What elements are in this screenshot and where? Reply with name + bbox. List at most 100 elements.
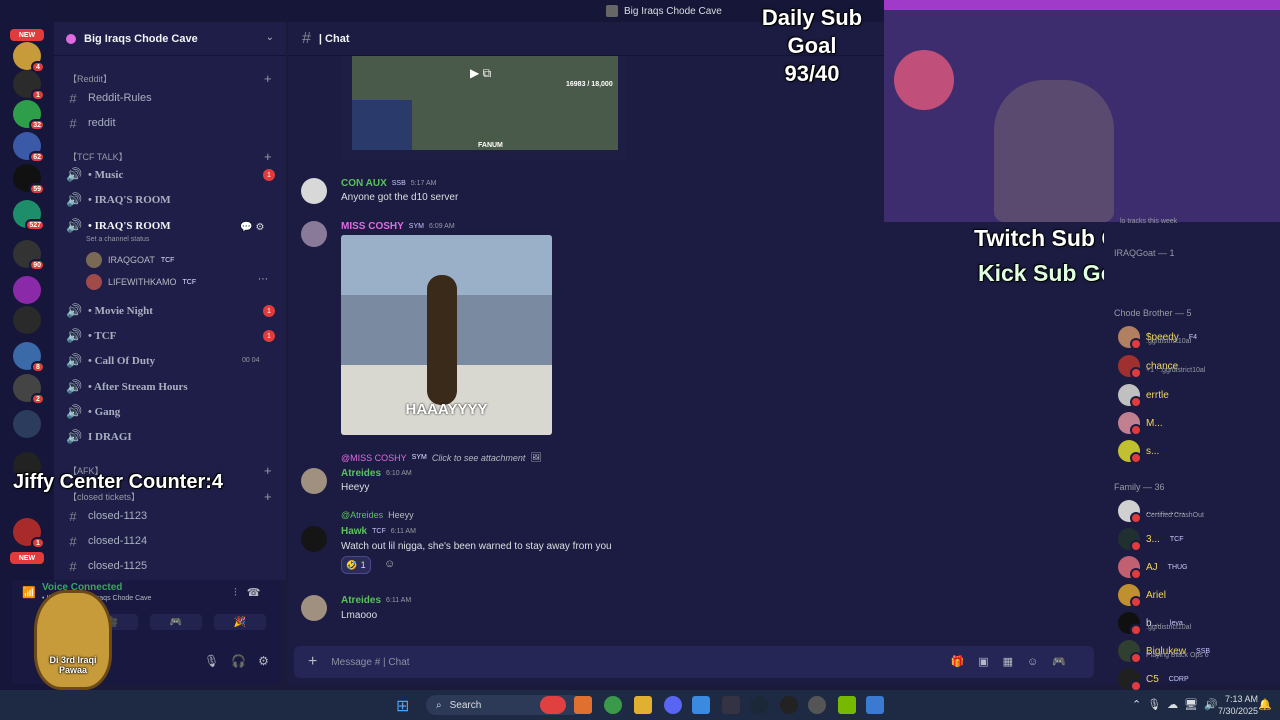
server-icon[interactable]: 527	[13, 200, 45, 231]
member-item[interactable]: Biglukew SSB Playing Black Ops 6	[1118, 640, 1210, 664]
video-embed[interactable]: ▶ ⧉ 16983 / 18,000 FANUM	[352, 56, 618, 150]
server-icon[interactable]	[13, 276, 41, 304]
member-item[interactable]: M...	[1118, 412, 1163, 436]
g-hub-icon[interactable]	[780, 696, 798, 714]
message-input[interactable]: Message # | Chat	[331, 657, 409, 668]
set-channel-status[interactable]: Set a channel status	[86, 236, 149, 243]
composer-tools[interactable]: 🎁▣▦☺🎮	[951, 655, 1080, 668]
channel-iraqs-room[interactable]: 🔊 • IRAQ'S ROOM	[66, 190, 280, 210]
server-icon[interactable]: 59	[13, 164, 45, 195]
avatar	[1118, 440, 1142, 464]
channel-movie-night[interactable]: 🔊 • Movie Night 1	[66, 301, 280, 321]
channel-reddit[interactable]: # reddit	[66, 113, 280, 133]
reaction-chip[interactable]: 🤣 1	[341, 556, 371, 574]
channel-idragi[interactable]: 🔊 I DRAGI	[66, 427, 280, 447]
add-channel-icon[interactable]: +	[264, 149, 272, 164]
voice-user[interactable]: IRAQGOAT TCF	[86, 252, 174, 268]
author-name[interactable]: CON AUX	[341, 178, 387, 189]
reply-author: @MISS COSHY	[341, 452, 407, 463]
member-item[interactable]: b... leva .gg/district10al	[1118, 612, 1191, 636]
chevron-down-icon[interactable]: ⌄	[266, 32, 274, 43]
channel-closed-1124[interactable]: # closed-1124	[66, 531, 280, 551]
server-icon[interactable]: 1	[13, 518, 45, 549]
activity-button[interactable]: 🎮	[150, 614, 202, 630]
channel-tools[interactable]: 💬⚙	[240, 222, 267, 233]
nvidia-icon[interactable]	[838, 696, 856, 714]
channel-gang[interactable]: 🔊 • Gang	[66, 402, 280, 422]
voice-controls[interactable]: ⫶☎	[234, 586, 270, 600]
channel-after-stream-hours[interactable]: 🔊 • After Stream Hours	[66, 377, 280, 397]
channel-closed-1125[interactable]: # closed-1125	[66, 556, 280, 576]
author-name[interactable]: Hawk	[341, 526, 367, 537]
add-channel-icon[interactable]: +	[264, 71, 272, 86]
member-item[interactable]: 3... TCF	[1118, 528, 1184, 552]
add-channel-icon[interactable]: +	[264, 463, 272, 478]
windows-start-icon[interactable]: ⊞	[396, 696, 409, 716]
signal-icon[interactable]: 📶	[22, 586, 36, 599]
taskbar-clock[interactable]: 7:13 AM 7/30/2025	[1210, 693, 1258, 717]
channel-tcf[interactable]: 🔊 • TCF 1	[66, 326, 280, 346]
avatar[interactable]	[301, 468, 327, 494]
app-icon[interactable]	[866, 696, 884, 714]
avatar[interactable]	[301, 526, 327, 552]
notification-bell-icon[interactable]: 🔔	[1258, 698, 1272, 711]
more-options-icon[interactable]: ⋯	[258, 274, 268, 285]
member-item[interactable]: s...	[1118, 440, 1159, 464]
server-icon[interactable]: 32	[13, 100, 45, 131]
channel-music[interactable]: 🔊 • Music 1	[66, 165, 280, 185]
server-icon[interactable]: 90	[13, 240, 45, 271]
image-attachment[interactable]: HAAAYYYY	[341, 235, 552, 435]
soundboard-button[interactable]: 🎉	[214, 614, 266, 630]
play-icon[interactable]: ▶ ⧉	[470, 66, 491, 81]
channel-label: closed-1125	[88, 560, 148, 572]
avatar[interactable]	[301, 178, 327, 204]
user-controls[interactable]: 🎙🎧⚙	[204, 654, 281, 668]
member-item[interactable]: C5 CDRP	[1118, 668, 1189, 692]
voice-user[interactable]: LIFEWITHKAMO TCF	[86, 274, 196, 290]
voice-user-name: IRAQGOAT	[108, 255, 155, 265]
chrome-icon[interactable]	[604, 696, 622, 714]
server-icon[interactable]: 8	[13, 342, 45, 373]
app-icon[interactable]	[722, 696, 740, 714]
author-name[interactable]: MISS COSHY	[341, 221, 404, 232]
server-icon[interactable]	[13, 410, 41, 438]
member-item[interactable]: Ariel	[1118, 584, 1166, 608]
channel-reddit-rules[interactable]: # Reddit-Rules	[66, 88, 280, 108]
category-label: 【Reddit】	[68, 74, 113, 84]
led-strip	[884, 0, 1280, 10]
avatar[interactable]	[301, 595, 327, 621]
server-header[interactable]: Big Iraqs Chode Cave ⌄	[54, 22, 286, 56]
settings-icon[interactable]	[808, 696, 826, 714]
author-name[interactable]: Atreides	[341, 468, 381, 479]
image-caption: HAAAYYYY	[405, 401, 488, 418]
speaker-icon: 🔊	[66, 167, 83, 182]
sneaker-widget-icon[interactable]	[540, 696, 566, 714]
store-icon[interactable]	[692, 696, 710, 714]
add-reaction-icon[interactable]: ☺	[384, 558, 395, 570]
server-icon[interactable]: 4	[13, 42, 45, 73]
server-icon[interactable]	[13, 306, 41, 334]
attach-plus-icon[interactable]: +	[308, 653, 317, 671]
category-tcf-talk[interactable]: 【TCF TALK】 +	[68, 149, 272, 164]
server-icon[interactable]: 2	[13, 374, 45, 405]
channel-closed-1123[interactable]: # closed-1123	[66, 506, 280, 526]
member-item[interactable]: errtle	[1118, 384, 1169, 408]
vlc-icon[interactable]	[574, 696, 592, 714]
discord-icon[interactable]	[664, 696, 682, 714]
category-reddit[interactable]: 【Reddit】 +	[68, 71, 272, 86]
member-item[interactable]: AJ THUG	[1118, 556, 1188, 580]
member-item[interactable]: .............. Certified CrashOut	[1118, 500, 1204, 524]
member-item[interactable]: chance +1 · .gg/district10al	[1118, 355, 1205, 379]
timestamp: 6:10 AM	[386, 470, 412, 477]
message-composer[interactable]: + Message # | Chat 🎁▣▦☺🎮	[294, 646, 1094, 678]
reply-preview[interactable]: @MISS COSHY SYM Click to see attachment …	[341, 452, 542, 463]
steam-icon[interactable]	[750, 696, 768, 714]
member-item[interactable]: $peedy F4 .gg/district10al	[1118, 326, 1197, 350]
server-icon[interactable]: 62	[13, 132, 45, 163]
avatar[interactable]	[301, 221, 327, 247]
reply-preview[interactable]: @Atreides Heeyy	[341, 510, 414, 520]
file-explorer-icon[interactable]	[634, 696, 652, 714]
server-icon[interactable]: 1	[13, 70, 45, 101]
author-name[interactable]: Atreides	[341, 595, 381, 606]
add-channel-icon[interactable]: +	[264, 489, 272, 504]
